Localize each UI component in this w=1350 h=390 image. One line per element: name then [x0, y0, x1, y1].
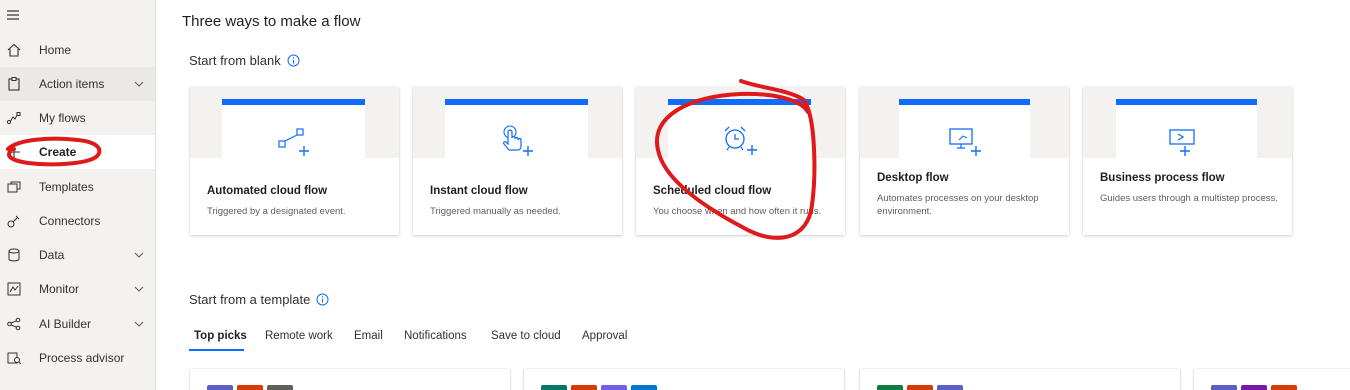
- nav-item-action-items[interactable]: Action items: [0, 67, 155, 101]
- chevron-down-icon[interactable]: [133, 318, 145, 330]
- nav-label: AI Builder: [39, 317, 92, 331]
- monitor-icon: [7, 282, 21, 296]
- info-icon[interactable]: [316, 293, 329, 306]
- connector-logo: [237, 385, 263, 390]
- tab-notifications[interactable]: Notifications: [404, 330, 467, 342]
- card-description: Guides users through a multistep process…: [1100, 193, 1278, 204]
- start-from-template-heading: Start from a template: [189, 292, 329, 307]
- tab-approval[interactable]: Approval: [582, 330, 627, 342]
- card-automated-cloud-flow[interactable]: Automated cloud flow Triggered by a desi…: [190, 87, 399, 235]
- connector-logo: [267, 385, 293, 390]
- connector-logo: [907, 385, 933, 390]
- process-advisor-icon: [7, 352, 22, 365]
- connector-logo: [877, 385, 903, 390]
- connector-logo: [601, 385, 627, 390]
- hamburger-icon[interactable]: [6, 8, 20, 22]
- card-description: You choose when and how often it runs.: [653, 206, 822, 217]
- page-title: Three ways to make a flow: [182, 13, 361, 30]
- connector-logo: [937, 385, 963, 390]
- chevron-down-icon[interactable]: [133, 283, 145, 295]
- alarm-clock-icon: [724, 126, 757, 155]
- template-card[interactable]: [1194, 369, 1350, 390]
- template-card[interactable]: [524, 369, 844, 390]
- card-thumbnail: [636, 87, 845, 158]
- home-icon: [7, 43, 21, 57]
- card-desktop-flow[interactable]: Desktop flow Automates processes on your…: [860, 87, 1069, 235]
- nav-item-templates[interactable]: Templates: [0, 170, 155, 204]
- section-label: Start from a template: [189, 292, 311, 307]
- flow-icon: [6, 112, 21, 125]
- nav-item-data[interactable]: Data: [0, 238, 155, 272]
- info-icon[interactable]: [287, 54, 300, 67]
- templates-icon: [7, 181, 21, 193]
- connector-logo: [1241, 385, 1267, 390]
- touch-icon: [503, 125, 533, 156]
- connector-logo: [207, 385, 233, 390]
- start-from-blank-heading: Start from blank: [189, 53, 300, 68]
- card-description: Triggered manually as needed.: [430, 206, 561, 217]
- nav-item-process-advisor[interactable]: Process advisor: [0, 341, 155, 375]
- card-thumbnail: [413, 87, 622, 158]
- connector-logo: [1211, 385, 1237, 390]
- nav-label: Process advisor: [39, 351, 125, 365]
- nav-label: Connectors: [39, 214, 101, 228]
- nav-label: My flows: [39, 111, 86, 125]
- automated-flow-icon: [278, 128, 309, 156]
- clipboard-icon: [8, 77, 20, 91]
- nav-label: Data: [39, 248, 65, 262]
- desktop-icon: [949, 128, 981, 156]
- tab-top-picks[interactable]: Top picks: [194, 330, 247, 342]
- nav-label: Action items: [39, 77, 105, 91]
- card-title: Instant cloud flow: [430, 185, 528, 197]
- card-instant-cloud-flow[interactable]: Instant cloud flow Triggered manually as…: [413, 87, 622, 235]
- card-business-process-flow[interactable]: Business process flow Guides users throu…: [1083, 87, 1292, 235]
- nav-label: Home: [39, 43, 72, 57]
- nav-item-ai-builder[interactable]: AI Builder: [0, 307, 155, 341]
- tab-remote-work[interactable]: Remote work: [265, 330, 333, 342]
- plus-icon: [8, 146, 20, 158]
- template-card[interactable]: [190, 369, 510, 390]
- ai-builder-icon: [7, 317, 21, 331]
- template-card[interactable]: [860, 369, 1180, 390]
- connector-icon: [7, 215, 20, 228]
- card-title: Business process flow: [1100, 172, 1225, 184]
- active-tab-indicator: [189, 349, 244, 351]
- tab-save-to-cloud[interactable]: Save to cloud: [491, 330, 561, 342]
- section-label: Start from blank: [189, 53, 281, 68]
- nav-item-home[interactable]: Home: [0, 33, 155, 67]
- nav-label: Monitor: [39, 282, 80, 296]
- sidebar: Home Action items My flows Create Templa…: [0, 0, 156, 390]
- database-icon: [8, 248, 20, 262]
- card-thumbnail: [860, 87, 1069, 158]
- nav-item-monitor[interactable]: Monitor: [0, 272, 155, 306]
- connector-logo: [571, 385, 597, 390]
- nav-item-my-flows[interactable]: My flows: [0, 101, 155, 135]
- chevron-down-icon[interactable]: [133, 78, 145, 90]
- nav-item-connectors[interactable]: Connectors: [0, 204, 155, 238]
- card-title: Desktop flow: [877, 172, 949, 184]
- card-thumbnail: [190, 87, 399, 158]
- card-title: Scheduled cloud flow: [653, 185, 772, 197]
- card-title: Automated cloud flow: [207, 185, 328, 197]
- nav-label: Templates: [39, 180, 94, 194]
- tab-email[interactable]: Email: [354, 330, 383, 342]
- connector-logo: [1271, 385, 1297, 390]
- nav-item-create[interactable]: Create: [0, 135, 155, 169]
- chevron-down-icon[interactable]: [133, 249, 145, 261]
- connector-logo: [631, 385, 657, 390]
- business-process-icon: [1169, 129, 1195, 156]
- card-description: Automates processes on your desktop envi…: [877, 193, 1039, 217]
- nav-label: Create: [39, 145, 77, 159]
- card-scheduled-cloud-flow[interactable]: Scheduled cloud flow You choose when and…: [636, 87, 845, 235]
- card-description: Triggered by a designated event.: [207, 206, 346, 217]
- card-thumbnail: [1083, 87, 1292, 158]
- connector-logo: [541, 385, 567, 390]
